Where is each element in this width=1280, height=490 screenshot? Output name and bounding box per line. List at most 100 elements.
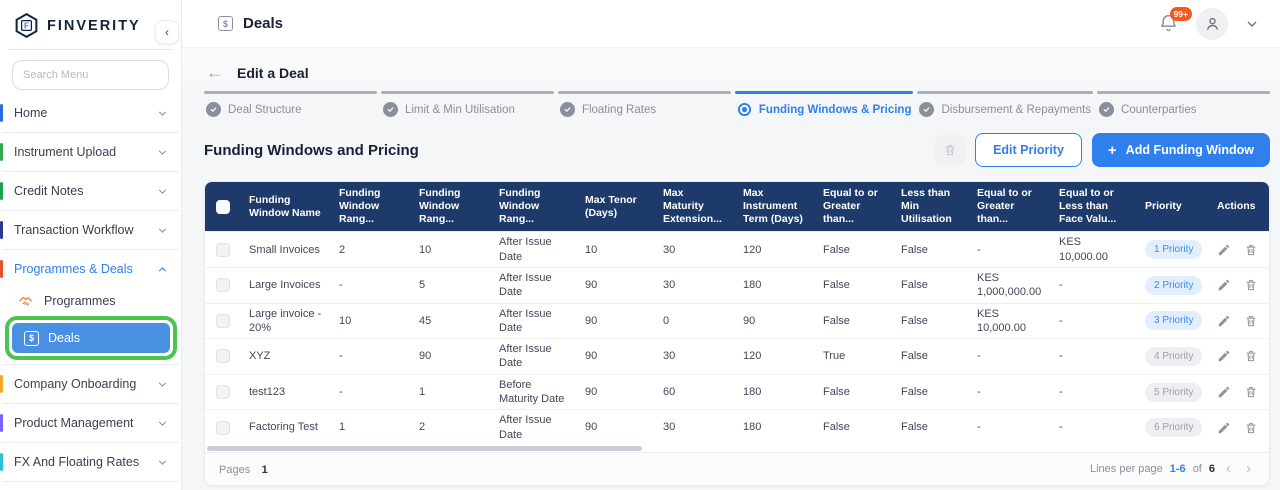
step-floating-rates[interactable]: Floating Rates: [558, 91, 731, 123]
cell: -: [1051, 410, 1137, 445]
cell: 2: [331, 232, 411, 268]
column-header-equal-to-or-greater-than[interactable]: Equal to or Greater than...: [969, 182, 1051, 232]
next-page-button[interactable]: ›: [1242, 461, 1255, 476]
sidebar-item-company-onboarding[interactable]: Company Onboarding: [0, 369, 181, 399]
sidebar-item-programmes-deals[interactable]: Programmes & Deals: [0, 254, 181, 284]
cell: KES 10,000.00: [969, 303, 1051, 339]
person-icon: [1203, 14, 1222, 33]
cell: 5: [411, 267, 491, 303]
cell: 90: [577, 374, 655, 410]
column-header-less-than-min-utilisation[interactable]: Less than Min Utilisation: [893, 182, 969, 232]
sidebar-subitem-programmes[interactable]: Programmes: [0, 288, 181, 314]
step-disbursement-repayments[interactable]: Disbursement & Repayments: [917, 91, 1093, 123]
delete-row-button[interactable]: [1244, 349, 1258, 363]
user-avatar[interactable]: [1196, 8, 1228, 40]
sidebar-collapse-button[interactable]: ‹: [155, 20, 179, 44]
sidebar-item-product-management[interactable]: Product Management: [0, 408, 181, 438]
deals-icon: $: [24, 331, 39, 346]
column-header-funding-window-rang[interactable]: Funding Window Rang...: [491, 182, 577, 232]
sidebar-item-fx-and-floating-rates[interactable]: FX And Floating Rates: [0, 447, 181, 477]
sidebar-item-transaction-workflow[interactable]: Transaction Workflow: [0, 215, 181, 245]
plus-icon: +: [1108, 143, 1117, 158]
priority-badge: 3 Priority: [1145, 311, 1202, 330]
step-deal-structure[interactable]: Deal Structure: [204, 91, 377, 123]
app-root: F FINVERITY ‹ HomeInstrument UploadCredi…: [0, 0, 1280, 490]
edit-priority-button[interactable]: Edit Priority: [975, 133, 1082, 167]
table-header-row: Funding Window NameFunding Window Rang..…: [205, 182, 1270, 232]
delete-row-button[interactable]: [1244, 278, 1258, 292]
delete-row-button[interactable]: [1244, 385, 1258, 399]
trash-icon: [1244, 421, 1258, 435]
column-header-funding-window-name[interactable]: Funding Window Name: [241, 182, 331, 232]
row-checkbox[interactable]: [216, 349, 230, 363]
column-header-max-instrument-term-days[interactable]: Max Instrument Term (Days): [735, 182, 815, 232]
edit-row-button[interactable]: [1217, 278, 1231, 292]
sidebar-item-credit-notes[interactable]: Credit Notes: [0, 176, 181, 206]
row-select-cell: [205, 232, 241, 268]
step-limit-min-utilisation[interactable]: Limit & Min Utilisation: [381, 91, 554, 123]
notifications-button[interactable]: 99+: [1158, 13, 1180, 35]
column-header-priority[interactable]: Priority: [1137, 182, 1209, 232]
pages-label: Pages: [219, 464, 250, 476]
cell: 30: [655, 339, 735, 375]
row-select-cell: [205, 339, 241, 375]
add-funding-window-button[interactable]: + Add Funding Window: [1092, 133, 1270, 167]
row-checkbox[interactable]: [216, 421, 230, 435]
delete-row-button[interactable]: [1244, 421, 1258, 435]
row-checkbox[interactable]: [216, 278, 230, 292]
sidebar-item-home[interactable]: Home: [0, 98, 181, 128]
trash-icon: [943, 143, 957, 157]
cell: 10: [331, 303, 411, 339]
account-menu-chevron-icon[interactable]: [1244, 16, 1260, 32]
cell: False: [815, 267, 893, 303]
sidebar-item-label: Transaction Workflow: [14, 223, 156, 237]
select-all-checkbox[interactable]: [216, 200, 230, 214]
actions-cell: [1209, 339, 1270, 375]
chevron-down-icon: [156, 378, 169, 391]
pencil-icon: [1217, 421, 1231, 435]
main-area: $ Deals 99+ ← Edit a Deal Deal Structure…: [182, 0, 1280, 490]
step-funding-windows-pricing[interactable]: Funding Windows & Pricing: [735, 91, 914, 123]
back-button[interactable]: ←: [206, 64, 223, 81]
cell: False: [893, 303, 969, 339]
table-row: Small Invoices210After Issue Date1030120…: [205, 232, 1270, 268]
row-checkbox[interactable]: [216, 385, 230, 399]
topbar: $ Deals 99+: [182, 0, 1280, 48]
delete-row-button[interactable]: [1244, 243, 1258, 257]
prev-page-button[interactable]: ‹: [1222, 461, 1235, 476]
edit-row-button[interactable]: [1217, 349, 1231, 363]
edit-row-button[interactable]: [1217, 421, 1231, 435]
delete-row-button[interactable]: [1244, 314, 1258, 328]
column-header-max-maturity-extension[interactable]: Max Maturity Extension...: [655, 182, 735, 232]
column-header-equal-to-or-greater-than[interactable]: Equal to or Greater than...: [815, 182, 893, 232]
cell: 120: [735, 232, 815, 268]
sidebar-item-instrument-upload[interactable]: Instrument Upload: [0, 137, 181, 167]
divider: [2, 210, 179, 211]
accent-bar: [0, 221, 3, 239]
column-header-equal-to-or-less-than-face-valu[interactable]: Equal to or Less than Face Valu...: [1051, 182, 1137, 232]
chevron-down-icon: [156, 146, 169, 159]
column-header-max-tenor-days[interactable]: Max Tenor (Days): [577, 182, 655, 232]
edit-row-button[interactable]: [1217, 314, 1231, 328]
row-checkbox[interactable]: [216, 243, 230, 257]
edit-row-button[interactable]: [1217, 243, 1231, 257]
column-header-actions[interactable]: Actions: [1209, 182, 1270, 232]
step-counterparties[interactable]: Counterparties: [1097, 91, 1270, 123]
sidebar-subitem-label: Programmes: [44, 294, 116, 308]
cell: -: [331, 267, 411, 303]
delete-selected-button[interactable]: [935, 135, 965, 165]
search-input[interactable]: [12, 60, 169, 90]
column-header-funding-window-rang[interactable]: Funding Window Rang...: [331, 182, 411, 232]
cell: 180: [735, 410, 815, 445]
step-label: Floating Rates: [582, 104, 656, 116]
cell: False: [815, 410, 893, 445]
sidebar-item-label: Credit Notes: [14, 184, 156, 198]
horizontal-scrollbar-thumb[interactable]: [207, 446, 642, 451]
current-page[interactable]: 1: [262, 464, 268, 476]
row-select-cell: [205, 267, 241, 303]
sidebar-subitem-deals[interactable]: $Deals: [12, 323, 170, 353]
table-footer: Pages 1 Lines per page 1-6 of 6 ‹ ›: [205, 452, 1269, 485]
edit-row-button[interactable]: [1217, 385, 1231, 399]
column-header-funding-window-rang[interactable]: Funding Window Rang...: [411, 182, 491, 232]
row-checkbox[interactable]: [216, 314, 230, 328]
